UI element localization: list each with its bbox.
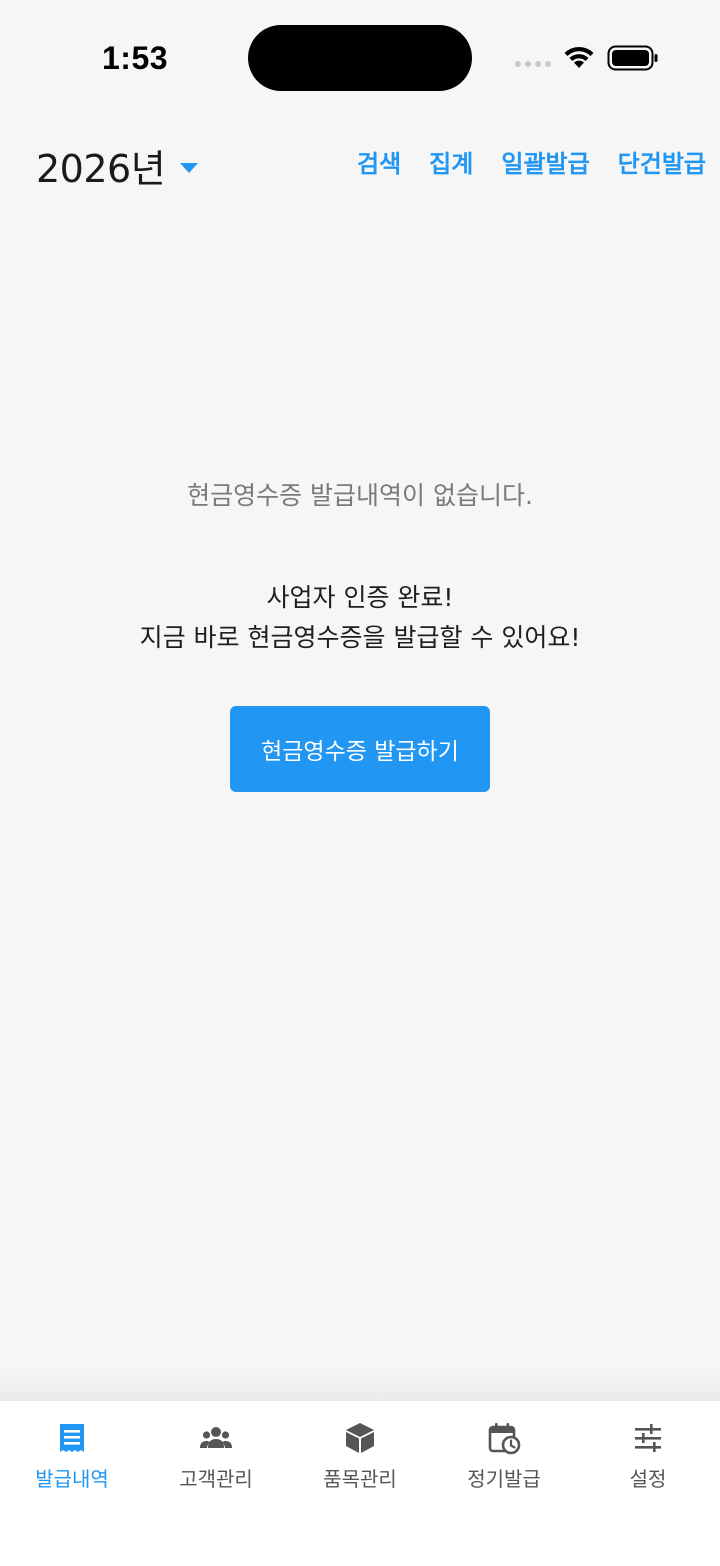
nav-label: 발급내역 (35, 1467, 109, 1491)
wifi-icon (564, 46, 594, 68)
year-dropdown[interactable]: 2026년 (36, 138, 199, 193)
nav-item-issue-history[interactable]: 발급내역 (0, 1401, 144, 1501)
status-bar: 1:53 (0, 0, 720, 116)
nav-label: 정기발급 (467, 1467, 541, 1491)
nav-item-settings[interactable]: 설정 (576, 1401, 720, 1501)
auth-message-line2: 지금 바로 현금영수증을 발급할 수 있어요! (139, 623, 581, 652)
year-label: 2026년 (36, 147, 166, 191)
box-icon (346, 1423, 374, 1453)
app-screen: 1:53 2026년 검색 집계 일괄발급 단건발급 현금영수증 발급내역이 없… (0, 0, 720, 1566)
sliders-icon (635, 1424, 661, 1452)
battery-icon (607, 45, 658, 71)
nav-item-recurring-issue[interactable]: 정기발급 (432, 1401, 576, 1501)
status-time: 1:53 (102, 40, 169, 76)
empty-state: 현금영수증 발급내역이 없습니다. 사업자 인증 완료! 지금 바로 현금영수증… (0, 478, 720, 658)
receipt-list-icon (60, 1424, 84, 1452)
nav-label: 설정 (629, 1467, 667, 1491)
people-group-icon (200, 1427, 232, 1448)
issue-receipt-button[interactable]: 현금영수증 발급하기 (230, 706, 490, 792)
single-issue-button[interactable]: 단건발급 (618, 144, 706, 179)
nav-item-customers[interactable]: 고객관리 (144, 1401, 288, 1501)
header-actions: 검색 집계 일괄발급 단건발급 (357, 144, 706, 179)
nav-label: 품목관리 (323, 1467, 397, 1491)
bottom-navigation: 발급내역 고객관리 품목관리 정기발급 설정 (0, 1401, 720, 1566)
bulk-issue-button[interactable]: 일괄발급 (501, 144, 589, 179)
nav-item-products[interactable]: 품목관리 (288, 1401, 432, 1501)
caret-down-icon (180, 162, 199, 173)
summary-button[interactable]: 집계 (429, 144, 473, 179)
dynamic-island (248, 25, 472, 91)
auth-complete-message: 사업자 인증 완료! 지금 바로 현금영수증을 발급할 수 있어요! (0, 578, 720, 658)
empty-message: 현금영수증 발급내역이 없습니다. (187, 481, 533, 510)
bottom-nav-shadow (0, 1370, 720, 1402)
cellular-signal-icon (515, 61, 551, 67)
calendar-clock-icon (488, 1423, 521, 1455)
app-header: 2026년 검색 집계 일괄발급 단건발급 (0, 120, 720, 200)
search-button[interactable]: 검색 (357, 144, 401, 179)
auth-message-line1: 사업자 인증 완료! (266, 583, 454, 612)
nav-label: 고객관리 (179, 1467, 253, 1491)
